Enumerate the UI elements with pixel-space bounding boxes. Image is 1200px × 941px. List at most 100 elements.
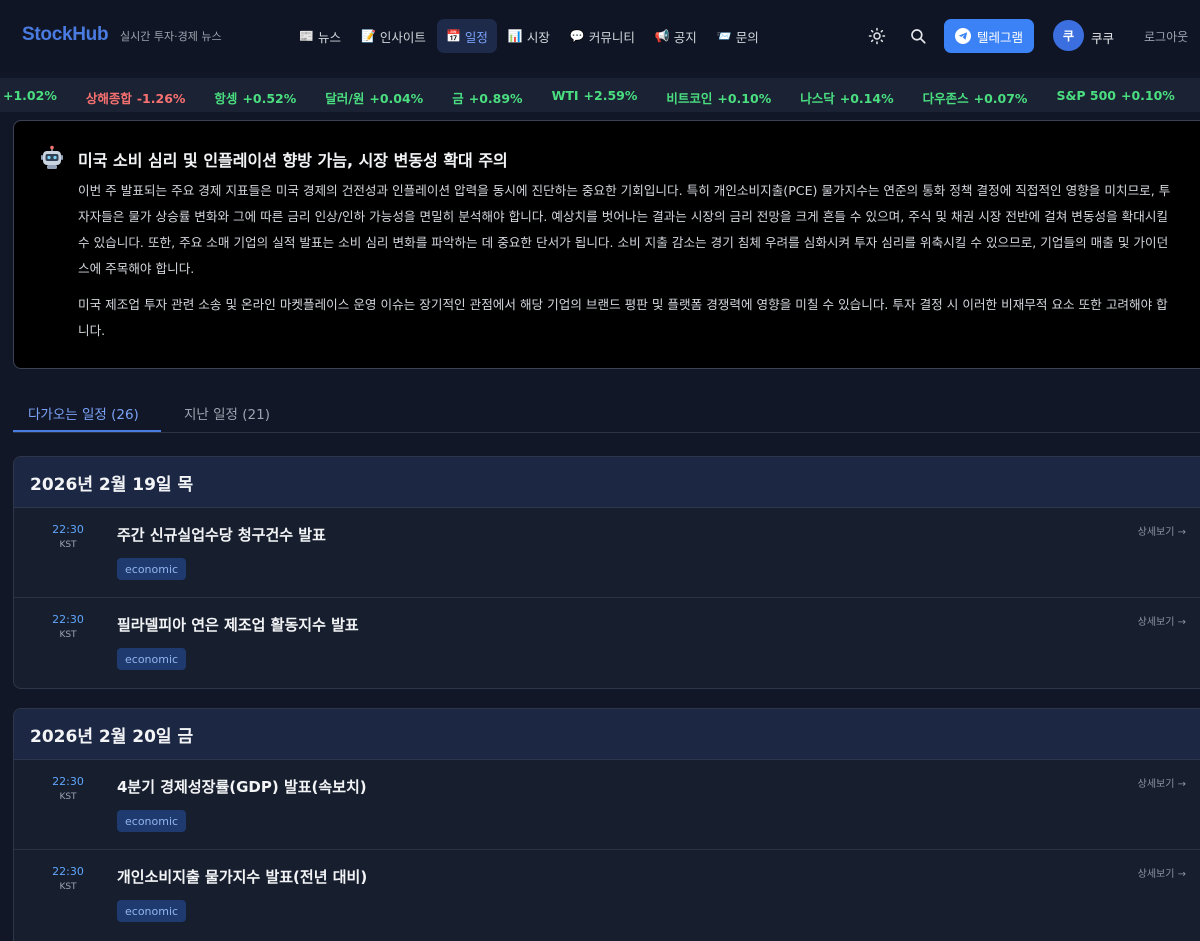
memo-icon: 📝	[360, 29, 376, 43]
nav-label: 일정	[464, 29, 488, 45]
nav-item-contact[interactable]: 📨 문의	[708, 19, 768, 53]
ticker-item[interactable]: 다우존스 +0.07%	[923, 88, 1028, 107]
ticker-item[interactable]: 항셍 +0.52%	[214, 88, 296, 107]
ticker-name: 상해종합	[85, 91, 132, 106]
event-timezone: KST	[59, 540, 77, 550]
market-ticker: +1.02% 상해종합 -1.26% 항셍 +0.52% 달러/원 +0.04% 금 +0.89…	[0, 78, 1200, 112]
ticker-change: +0.89%	[468, 91, 523, 106]
ticker-item[interactable]: +1.02%	[3, 88, 57, 107]
telegram-icon	[954, 28, 971, 44]
ticker-change: -1.26%	[136, 91, 186, 106]
nav-item-insight[interactable]: 📝 인사이트	[352, 19, 435, 53]
theme-toggle-sun-icon[interactable]	[867, 26, 887, 46]
nav-item-community[interactable]: 💬 커뮤니티	[561, 19, 644, 53]
ticker-change: +0.10%	[1120, 88, 1175, 103]
detail-link[interactable]: 상세보기 →	[1138, 865, 1186, 880]
ticker-name: 달러/원	[325, 91, 365, 106]
nav-item-notice[interactable]: 📢 공지	[646, 19, 706, 53]
ticker-name: 나스닥	[800, 91, 835, 106]
ticker-change: +0.14%	[839, 91, 894, 106]
ticker-name: S&P 500	[1056, 88, 1116, 103]
main-nav: 📰 뉴스 📝 인사이트 📅 일정 📊 시장 💬 커뮤니티 📢 공지 📨 문의	[290, 19, 768, 53]
ticker-change: +0.10%	[717, 91, 772, 106]
nav-label: 뉴스	[317, 29, 341, 45]
event-time: 22:30	[52, 613, 84, 626]
event-row[interactable]: 22:30 KST 주간 신규실업수당 청구건수 발표 economic 상세보…	[14, 508, 1200, 598]
event-title[interactable]: 개인소비지출 물가지수 발표(전년 대비)	[117, 866, 367, 887]
nav-label: 공지	[673, 29, 697, 45]
calendar-icon: 📅	[445, 29, 461, 43]
event-time: 22:30	[52, 523, 84, 536]
event-timezone: KST	[59, 792, 77, 802]
top-header: StockHub 실시간 투자·경제 뉴스 📰 뉴스 📝 인사이트 📅 일정 📊…	[0, 0, 1200, 72]
telegram-button[interactable]: 텔레그램	[944, 19, 1034, 53]
ticker-item[interactable]: S&P 500 +0.10%	[1056, 88, 1174, 107]
day-card: 2026년 2월 19일 목 22:30 KST 주간 신규실업수당 청구건수 …	[13, 456, 1200, 689]
schedule-tabs: 다가오는 일정 (26) 지난 일정 (21)	[13, 394, 1200, 433]
detail-link[interactable]: 상세보기 →	[1138, 613, 1186, 628]
day-date: 2026년 2월 19일 목	[14, 457, 1200, 508]
ticker-name: 항셍	[214, 91, 238, 106]
category-badge: economic	[117, 810, 187, 832]
tagline: 실시간 투자·경제 뉴스	[120, 30, 222, 43]
username[interactable]: 쿠쿠	[1091, 28, 1114, 47]
nav-item-schedule[interactable]: 📅 일정	[436, 19, 497, 53]
day-card: 2026년 2월 20일 금 22:30 KST 4분기 경제성장률(GDP) …	[13, 708, 1200, 941]
logout-link[interactable]: 로그아웃	[1144, 28, 1188, 45]
ticker-item[interactable]: 상해종합 -1.26%	[86, 88, 186, 107]
tab-past[interactable]: 지난 일정 (21)	[184, 403, 270, 423]
day-date: 2026년 2월 20일 금	[14, 709, 1200, 760]
ticker-name: 다우존스	[922, 91, 969, 106]
ticker-track: +1.02% 상해종합 -1.26% 항셍 +0.52% 달러/원 +0.04% 금 +0.89…	[3, 88, 1200, 107]
speech-bubble-icon: 💬	[569, 29, 585, 43]
newspaper-icon: 📰	[299, 29, 314, 43]
nav-label: 문의	[735, 29, 759, 45]
ticker-name: 금	[452, 91, 464, 106]
detail-link[interactable]: 상세보기 →	[1138, 523, 1186, 538]
ticker-change: +2.59%	[583, 88, 638, 103]
nav-label: 커뮤니티	[588, 29, 635, 45]
ai-summary-paragraph: 이번 주 발표되는 주요 경제 지표들은 미국 경제의 건전성과 인플레이션 압…	[78, 183, 1171, 276]
detail-link[interactable]: 상세보기 →	[1138, 775, 1186, 790]
event-timezone: KST	[59, 630, 77, 640]
event-row[interactable]: 22:30 KST 4분기 경제성장률(GDP) 발표(속보치) economi…	[14, 760, 1200, 850]
event-time: 22:30	[52, 775, 84, 788]
ticker-item[interactable]: 달러/원 +0.04%	[325, 88, 423, 107]
category-badge: economic	[117, 558, 187, 580]
nav-item-market[interactable]: 📊 시장	[499, 19, 559, 53]
ticker-change: +0.04%	[369, 91, 424, 106]
avatar[interactable]: 쿠	[1053, 20, 1084, 51]
envelope-icon: 📨	[716, 29, 732, 43]
event-timezone: KST	[59, 882, 77, 892]
event-title[interactable]: 4분기 경제성장률(GDP) 발표(속보치)	[117, 776, 367, 797]
event-row[interactable]: 22:30 KST 개인소비지출 물가지수 발표(전년 대비) economic…	[14, 850, 1200, 940]
event-title[interactable]: 주간 신규실업수당 청구건수 발표	[117, 524, 326, 545]
category-badge: economic	[117, 648, 187, 670]
ticker-item[interactable]: 나스닥 +0.14%	[800, 88, 893, 107]
bar-chart-icon: 📊	[507, 29, 523, 43]
nav-item-news[interactable]: 📰 뉴스	[290, 19, 350, 53]
ticker-change: +0.07%	[973, 91, 1028, 106]
ticker-name: WTI	[551, 88, 579, 103]
nav-label: 시장	[526, 29, 550, 45]
ai-summary-body: 이번 주 발표되는 주요 경제 지표들은 미국 경제의 건전성과 인플레이션 압…	[78, 178, 1178, 344]
event-title[interactable]: 필라델피아 연은 제조업 활동지수 발표	[117, 614, 359, 635]
ai-summary-card: 미국 소비 심리 및 인플레이션 향방 가늠, 시장 변동성 확대 주의 이번 …	[13, 120, 1200, 369]
telegram-label: 텔레그램	[976, 29, 1023, 45]
megaphone-icon: 📢	[654, 29, 670, 43]
ticker-name: 비트코인	[666, 91, 713, 106]
ticker-item[interactable]: 금 +0.89%	[452, 88, 522, 107]
ai-summary-paragraph: 미국 제조업 투자 관련 소송 및 온라인 마켓플레이스 운영 이슈는 장기적인…	[78, 297, 1168, 338]
logo[interactable]: StockHub	[22, 24, 109, 46]
event-row[interactable]: 22:30 KST 필라델피아 연은 제조업 활동지수 발표 economic …	[14, 598, 1200, 688]
event-time: 22:30	[52, 865, 84, 878]
ticker-change: +0.52%	[242, 91, 297, 106]
ticker-item[interactable]: 비트코인 +0.10%	[666, 88, 771, 107]
search-icon[interactable]	[908, 26, 928, 46]
robot-icon	[39, 145, 65, 171]
ticker-item[interactable]: WTI +2.59%	[552, 88, 638, 107]
ticker-change: +1.02%	[3, 88, 57, 103]
tab-upcoming[interactable]: 다가오는 일정 (26)	[28, 403, 139, 423]
nav-label: 인사이트	[379, 29, 426, 45]
active-tab-indicator	[13, 430, 161, 432]
